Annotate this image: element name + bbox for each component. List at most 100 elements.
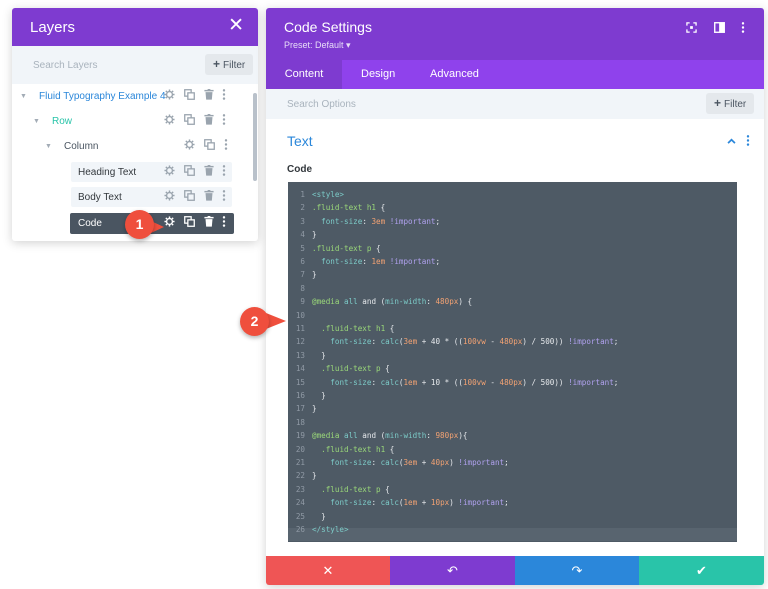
layer-item-heading-text[interactable]: Heading Text [71, 162, 232, 182]
code-line-text: font-size: calc(3em + 40 * ((100vw - 480… [330, 337, 619, 347]
more-icon[interactable] [741, 22, 745, 33]
layer-label: Code [78, 218, 102, 229]
duplicate-icon[interactable] [184, 165, 196, 179]
sidebar-layout-icon[interactable] [714, 22, 725, 33]
trash-icon[interactable] [204, 89, 216, 103]
tab-content[interactable]: Content [266, 60, 342, 89]
more-icon[interactable] [222, 89, 234, 103]
code-line: 15 font-size: calc(1em + 10 * ((100vw - … [288, 376, 737, 389]
code-line-text: } [312, 350, 326, 360]
options-search-bar: Search Options + Filter [266, 89, 764, 119]
redo-button[interactable]: ↷ [515, 556, 639, 585]
gear-icon[interactable] [184, 139, 196, 153]
preset-dropdown[interactable]: Preset: Default ▾ [284, 40, 351, 51]
plus-icon: + [714, 96, 722, 110]
code-line-text: } [312, 471, 317, 481]
expand-icon[interactable] [686, 22, 697, 33]
line-number: 22 [295, 471, 305, 481]
line-number: 25 [295, 511, 305, 521]
code-editor[interactable]: 1 <style> 2 .fluid-text h1 {3 font-size: 3e… [288, 182, 737, 542]
code-line: 7} [288, 268, 737, 281]
search-layers-input[interactable]: Search Layers [33, 60, 97, 71]
more-icon[interactable] [222, 165, 234, 179]
section-more-icon[interactable] [746, 135, 750, 146]
redo-icon: ↷ [571, 563, 583, 578]
more-icon[interactable] [222, 114, 234, 128]
layer-label: Column [64, 141, 99, 152]
callout-badge-1: 1 [125, 210, 154, 239]
trash-icon[interactable] [204, 114, 216, 128]
caret-down-icon[interactable]: ▼ [20, 93, 27, 100]
code-line-text: font-size: calc(1em + 10px) !important; [330, 498, 509, 508]
code-line: 13 } [288, 349, 737, 362]
line-number: 13 [295, 350, 305, 360]
code-line-text: } [312, 391, 326, 400]
gear-icon[interactable] [164, 165, 176, 179]
code-line-text: @media all and (min-width: 980px){ [312, 431, 468, 441]
save-button[interactable]: ✔ [639, 556, 764, 585]
line-number: 2 [300, 203, 305, 213]
discard-button[interactable]: ✕ [266, 556, 390, 585]
code-line: 11 .fluid-text h1 { [288, 322, 737, 335]
layer-item-column[interactable]: ▼ Column [43, 136, 232, 156]
layer-item-section[interactable]: ▼ Fluid Typography Example 4 [18, 86, 232, 106]
line-number: 11 [295, 324, 305, 333]
line-number: 6 [300, 257, 305, 266]
code-line-text: .fluid-text h1 { [321, 324, 395, 333]
layer-item-row[interactable]: ▼ Row [31, 111, 232, 131]
undo-button[interactable]: ↶ [390, 556, 515, 585]
more-icon[interactable] [222, 216, 234, 230]
duplicate-icon[interactable] [204, 139, 216, 153]
caret-down-icon[interactable]: ▼ [45, 143, 52, 150]
tab-advanced[interactable]: Advanced [430, 60, 479, 89]
code-line-text: font-size: calc(1em + 10 * ((100vw - 480… [330, 377, 619, 387]
duplicate-icon[interactable] [184, 216, 196, 230]
code-line-text: <style> [312, 190, 345, 199]
layer-item-body-text[interactable]: Body Text [71, 187, 232, 207]
code-line: 4} [288, 228, 737, 241]
code-line-text: .fluid-text p { [312, 243, 381, 253]
line-number: 23 [295, 484, 305, 494]
chevron-up-icon[interactable] [727, 138, 736, 144]
trash-icon[interactable] [204, 165, 216, 179]
search-options-input[interactable]: Search Options [287, 99, 356, 110]
settings-header: Code Settings Preset: Default ▾ [266, 8, 764, 60]
code-line: 20 .fluid-text h1 { [288, 443, 737, 456]
code-line-text: .fluid-text h1 { [312, 203, 386, 213]
duplicate-icon[interactable] [184, 89, 196, 103]
layers-title: Layers [30, 19, 76, 36]
code-line: 25 } [288, 510, 737, 523]
line-number: 1 [300, 190, 305, 199]
gear-icon[interactable] [164, 114, 176, 128]
layers-filter-button[interactable]: + Filter [205, 54, 254, 75]
code-line: 5 .fluid-text p { [288, 242, 737, 255]
more-icon[interactable] [222, 190, 234, 204]
section-title-text[interactable]: Text [287, 133, 313, 149]
code-line-text: } [312, 270, 317, 280]
line-number: 12 [295, 337, 305, 347]
trash-icon[interactable] [204, 190, 216, 204]
close-icon[interactable]: ✕ [228, 16, 244, 35]
settings-footer: ✕ ↶ ↷ ✔ [266, 556, 764, 585]
close-icon: ✕ [322, 563, 334, 578]
code-line-text: font-size: calc(3em + 40px) !important; [330, 458, 509, 467]
undo-icon: ↶ [447, 563, 458, 578]
trash-icon[interactable] [204, 216, 216, 230]
tab-design[interactable]: Design [361, 60, 395, 89]
gear-icon[interactable] [164, 89, 176, 103]
code-line-text: .fluid-text h1 { [321, 444, 395, 454]
duplicate-icon[interactable] [184, 114, 196, 128]
plus-icon: + [213, 57, 221, 71]
layers-scrollbar[interactable] [253, 93, 257, 181]
line-number: 24 [295, 498, 305, 508]
code-line: 1 <style> [288, 188, 737, 201]
line-number: 10 [295, 310, 305, 320]
line-number: 15 [295, 377, 305, 387]
line-number: 17 [295, 404, 305, 414]
duplicate-icon[interactable] [184, 190, 196, 204]
layers-search-bar: Search Layers + Filter [12, 46, 258, 84]
gear-icon[interactable] [164, 190, 176, 204]
caret-down-icon[interactable]: ▼ [33, 118, 40, 125]
options-filter-button[interactable]: + Filter [706, 93, 755, 114]
more-icon[interactable] [224, 139, 236, 153]
